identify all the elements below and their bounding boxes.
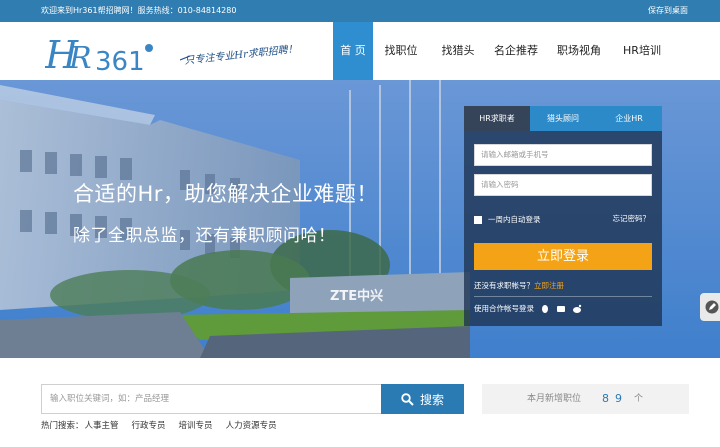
banner-subline: 除了全职总监，还有兼职顾问哈！ — [73, 226, 336, 246]
tab-headhunter[interactable]: 猎头顾问 — [530, 106, 596, 131]
no-account-text: 还没有求职帐号？ — [474, 281, 534, 290]
nav-hr-training[interactable]: HR培训 — [613, 22, 671, 80]
forgot-password-link[interactable]: 忘记密码？ — [613, 213, 651, 224]
edit-icon — [705, 300, 719, 314]
login-divider — [474, 296, 652, 297]
partner-label: 使用合作帐号登录 — [474, 304, 534, 313]
nav-home[interactable]: 首 页 — [333, 22, 373, 80]
login-button[interactable]: 立即登录 — [474, 243, 652, 270]
svg-text:只专注专业Hr求职招聘！: 只专注专业Hr求职招聘！ — [184, 43, 298, 66]
register-row: 还没有求职帐号？立即注册 — [474, 280, 564, 291]
hot-search-item[interactable]: 行政专员 — [132, 419, 166, 431]
search-icon — [401, 392, 414, 406]
remember-checkbox[interactable] — [474, 215, 482, 224]
tab-enterprise-hr[interactable]: 企业HR — [596, 106, 662, 131]
remember-me[interactable]: 一周内自动登录 — [474, 214, 541, 225]
top-bar: 欢迎来到Hr361帮招聘网！服务热线：010-84814280 保存到桌面 — [0, 0, 720, 22]
welcome-text: 欢迎来到Hr361帮招聘网！服务热线：010-84814280 — [41, 6, 237, 15]
slogan-graphic: 只专注专业Hr求职招聘！ — [180, 43, 298, 66]
header: H R 361 只专注专业Hr求职招聘！ 首 页 找职位 找猎头 名企推荐 职场… — [0, 22, 720, 80]
partner-login-row: 使用合作帐号登录 — [474, 303, 582, 314]
hot-search-item[interactable]: 人力资源专员 — [226, 419, 277, 431]
new-jobs-label: 本月新增职位 — [527, 394, 582, 404]
remember-label: 一周内自动登录 — [488, 215, 541, 224]
banner-headline: 合适的Hr，助您解决企业难题！ — [73, 182, 378, 206]
weibo-icon[interactable] — [572, 304, 582, 314]
hot-search-item[interactable]: 人事主管 — [85, 419, 119, 431]
qq-icon[interactable] — [540, 304, 550, 314]
new-jobs-count: 89 — [602, 392, 628, 405]
hot-search-label: 热门搜索： — [41, 421, 84, 431]
nav-featured-companies[interactable]: 名企推荐 — [487, 22, 545, 80]
search-button-label: 搜索 — [419, 392, 444, 407]
svg-text:361: 361 — [95, 47, 145, 76]
hr361-logo[interactable]: H R 361 — [45, 28, 157, 76]
hot-searches: 热门搜索： 人事主管 行政专员 培训专员 人力资源专员 — [41, 419, 277, 431]
svg-text:ZTE中兴: ZTE中兴 — [330, 288, 383, 304]
nav-career-perspective[interactable]: 职场视角 — [545, 22, 613, 80]
taobao-icon[interactable] — [556, 304, 566, 314]
new-jobs-stats: 本月新增职位 89 个 — [482, 384, 689, 414]
password-input[interactable]: 请输入密码 — [474, 174, 652, 196]
login-tabs: HR求职者 猎头顾问 企业HR — [464, 106, 662, 131]
nav-find-headhunter[interactable]: 找猎头 — [429, 22, 487, 80]
job-search-input[interactable]: 输入职位关键词，如：产品经理 — [41, 384, 382, 414]
tab-hr-job-seeker[interactable]: HR求职者 — [464, 106, 530, 131]
search-button[interactable]: 搜索 — [381, 384, 464, 414]
new-jobs-unit: 个 — [634, 394, 644, 404]
save-to-desktop-link[interactable]: 保存到桌面 — [648, 0, 688, 22]
nav-find-jobs[interactable]: 找职位 — [373, 22, 429, 80]
hot-search-item[interactable]: 培训专员 — [179, 419, 213, 431]
login-panel: HR求职者 猎头顾问 企业HR 请输入邮箱或手机号 请输入密码 一周内自动登录 … — [464, 106, 662, 326]
side-feedback-tab[interactable] — [700, 293, 720, 321]
svg-text:R: R — [68, 41, 92, 76]
username-input[interactable]: 请输入邮箱或手机号 — [474, 144, 652, 166]
register-link[interactable]: 立即注册 — [534, 281, 564, 290]
main-nav: 首 页 找职位 找猎头 名企推荐 职场视角 HR培训 — [333, 22, 671, 80]
